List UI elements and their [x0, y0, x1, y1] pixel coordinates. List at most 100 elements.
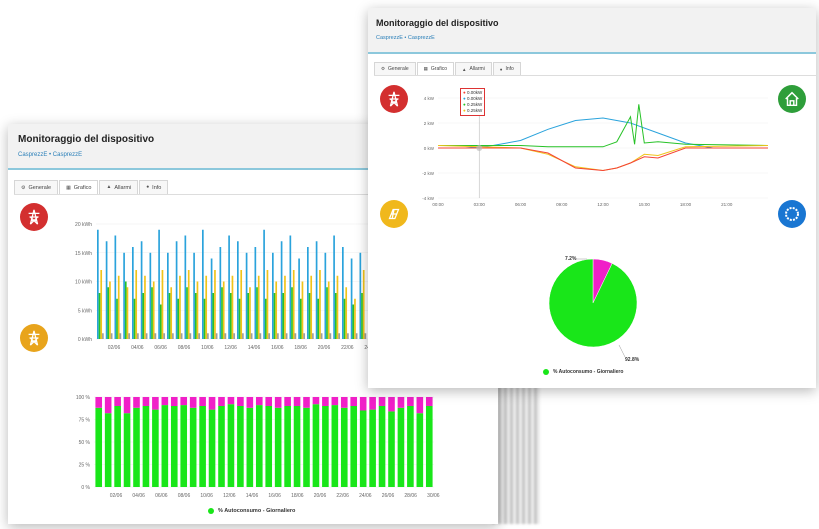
- tab-info[interactable]: ● Info: [492, 62, 521, 75]
- bar: [282, 293, 285, 339]
- x-tick-label: 04/06: [132, 493, 145, 499]
- breadcrumb[interactable]: CasprezzE • CasprezzE: [376, 35, 435, 41]
- pylon-export-icon: [20, 203, 48, 231]
- bar: [199, 406, 206, 487]
- bar: [170, 406, 178, 487]
- x-tick-label: 14/06: [248, 345, 261, 351]
- bar: [308, 293, 311, 339]
- tab-generale[interactable]: ⚙ Generale: [374, 62, 416, 75]
- bar: [142, 397, 150, 406]
- bar: [104, 413, 112, 487]
- chart-tooltip: ● 0.00kW ● 0.00kW ● 0.25kW ● 0.25kW: [460, 88, 486, 116]
- x-tick-label: 14/06: [246, 493, 259, 499]
- bar: [228, 235, 230, 339]
- bar: [167, 252, 169, 339]
- bar: [219, 247, 222, 339]
- bar: [350, 397, 358, 406]
- tab-grafico[interactable]: ▦ Grafico: [416, 62, 455, 75]
- tab-label: Info: [505, 66, 514, 72]
- bar: [364, 333, 367, 339]
- bar: [189, 407, 197, 487]
- gear-icon: ⚙: [381, 66, 386, 71]
- pie-slice: [548, 258, 638, 348]
- bar: [249, 287, 251, 339]
- series-line: [438, 104, 769, 148]
- selfconsumption-pie-chart: 7.2%92.8%: [548, 256, 640, 363]
- bar: [407, 406, 414, 487]
- bar: [289, 235, 292, 339]
- hover-marker: [476, 145, 483, 151]
- tab-generale[interactable]: ⚙ Generale: [14, 180, 59, 194]
- bar: [231, 275, 234, 339]
- tab-info[interactable]: ● Info: [139, 180, 169, 194]
- breadcrumb[interactable]: CasprezzE • CasprezzE: [18, 152, 82, 158]
- bar: [369, 397, 376, 410]
- bar: [340, 407, 348, 487]
- bar: [98, 293, 101, 339]
- bar: [221, 287, 223, 339]
- bar: [416, 397, 424, 414]
- tab-allarmi[interactable]: ▲ Allarmi: [99, 180, 139, 194]
- bar: [291, 287, 293, 339]
- tab-label: Grafico: [430, 66, 448, 72]
- bar: [359, 397, 367, 411]
- x-tick-label: 06/06: [155, 493, 168, 499]
- tab-allarmi[interactable]: ▲ Allarmi: [455, 62, 492, 75]
- bar: [397, 407, 405, 487]
- bar: [227, 404, 235, 487]
- bar: [266, 270, 269, 339]
- bar: [254, 247, 257, 339]
- bar: [355, 333, 358, 339]
- bar: [114, 397, 121, 406]
- x-tick-label: 03:00: [474, 202, 486, 207]
- x-tick-label: 16/06: [271, 345, 284, 351]
- y-tick-label: 5 kWh: [78, 308, 92, 314]
- bar: [142, 293, 145, 339]
- bar: [331, 405, 339, 487]
- bar: [186, 287, 188, 339]
- bar: [343, 298, 346, 339]
- x-tick-label: 30/06: [427, 493, 440, 499]
- bar: [265, 397, 273, 406]
- bar: [293, 406, 301, 487]
- bar: [172, 333, 174, 339]
- bar: [123, 252, 125, 339]
- bar: [369, 409, 376, 487]
- x-tick-label: 10/06: [200, 493, 213, 499]
- bar: [208, 409, 216, 487]
- bar: [168, 293, 171, 339]
- y-tick-label: -2 kW: [422, 171, 435, 176]
- bar: [299, 298, 302, 339]
- bar: [104, 397, 112, 414]
- bar: [119, 333, 122, 339]
- x-tick-label: 24/06: [359, 493, 372, 499]
- bar: [397, 397, 405, 408]
- bar: [319, 270, 321, 339]
- bar: [152, 397, 159, 410]
- panel-header: Monitoraggio del dispositivo CasprezzE •…: [368, 8, 816, 54]
- bar: [259, 333, 262, 339]
- bar: [378, 397, 386, 406]
- bar: [312, 333, 314, 339]
- bar: [187, 270, 190, 339]
- bar: [145, 333, 148, 339]
- solar-panel-icon: [380, 200, 408, 228]
- bar: [294, 333, 297, 339]
- bar: [97, 229, 99, 339]
- tab-label: Allarmi: [114, 184, 132, 191]
- legend-dot: [208, 508, 214, 514]
- bar: [180, 333, 183, 339]
- bar: [218, 406, 225, 487]
- x-tick-label: 12:00: [597, 202, 609, 207]
- tab-label: Grafico: [73, 184, 92, 191]
- bar: [159, 304, 162, 339]
- y-tick-label: 0 kWh: [78, 337, 92, 343]
- bar: [272, 252, 274, 339]
- x-tick-label: 10/06: [201, 345, 214, 351]
- x-tick-label: 06:00: [515, 202, 527, 207]
- series-line: [438, 147, 768, 172]
- bar: [301, 281, 304, 339]
- bar: [133, 397, 140, 408]
- bar: [222, 281, 225, 339]
- tab-grafico[interactable]: ▦ Grafico: [59, 180, 99, 194]
